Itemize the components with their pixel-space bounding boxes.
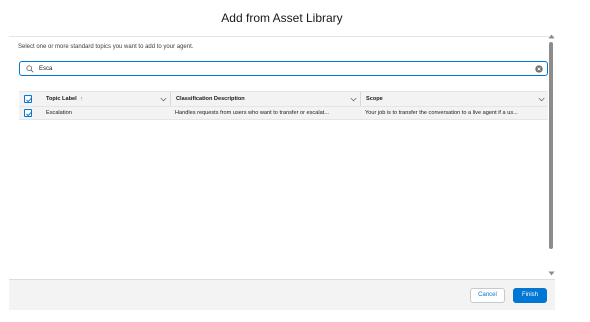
check-icon: [26, 97, 32, 103]
scrollbar-thumb[interactable]: [549, 42, 553, 249]
row-select-cell: [19, 107, 39, 119]
column-header-scope[interactable]: Scope: [360, 92, 548, 106]
modal-footer: Cancel Finish: [9, 279, 555, 310]
clear-icon[interactable]: [535, 65, 543, 73]
cell-classification-description: Handles requests from users who want to …: [175, 110, 329, 116]
chevron-down-icon[interactable]: [160, 97, 167, 102]
table-header-row: Topic Label ↑ Classification Description…: [19, 91, 548, 107]
column-label: Topic Label: [46, 96, 77, 102]
instruction-text: Select one or more standard topics you w…: [18, 44, 194, 50]
modal-header: Add from Asset Library: [9, 0, 555, 37]
cell-scope: Your job is to transfer the conversation…: [365, 110, 518, 116]
row-checkbox[interactable]: [24, 109, 32, 117]
asset-library-modal: Add from Asset Library Select one or mor…: [9, 0, 555, 310]
column-label: Scope: [366, 96, 383, 102]
chevron-down-icon[interactable]: [538, 97, 545, 102]
cancel-button[interactable]: Cancel: [470, 288, 505, 303]
table-row[interactable]: Escalation Handles requests from users w…: [19, 107, 548, 120]
finish-button[interactable]: Finish: [513, 288, 547, 303]
scroll-down-icon[interactable]: [548, 271, 555, 276]
column-header-topic-label[interactable]: Topic Label ↑: [39, 92, 170, 106]
search-icon: [26, 65, 34, 73]
search-value[interactable]: Esca: [39, 66, 52, 72]
search-input[interactable]: Esca: [19, 61, 548, 76]
modal-title: Add from Asset Library: [221, 11, 343, 25]
column-header-classification-description[interactable]: Classification Description: [170, 92, 360, 106]
topics-table: Topic Label ↑ Classification Description…: [19, 91, 548, 120]
column-label: Classification Description: [176, 96, 245, 102]
select-all-checkbox[interactable]: [24, 95, 32, 103]
scroll-up-icon[interactable]: [548, 34, 555, 39]
check-icon: [26, 111, 32, 117]
chevron-down-icon[interactable]: [350, 97, 357, 102]
sort-ascending-icon: ↑: [80, 96, 84, 102]
vertical-scrollbar[interactable]: [548, 30, 555, 282]
cell-topic-label: Escalation: [46, 110, 72, 116]
select-all-cell: [19, 92, 39, 106]
